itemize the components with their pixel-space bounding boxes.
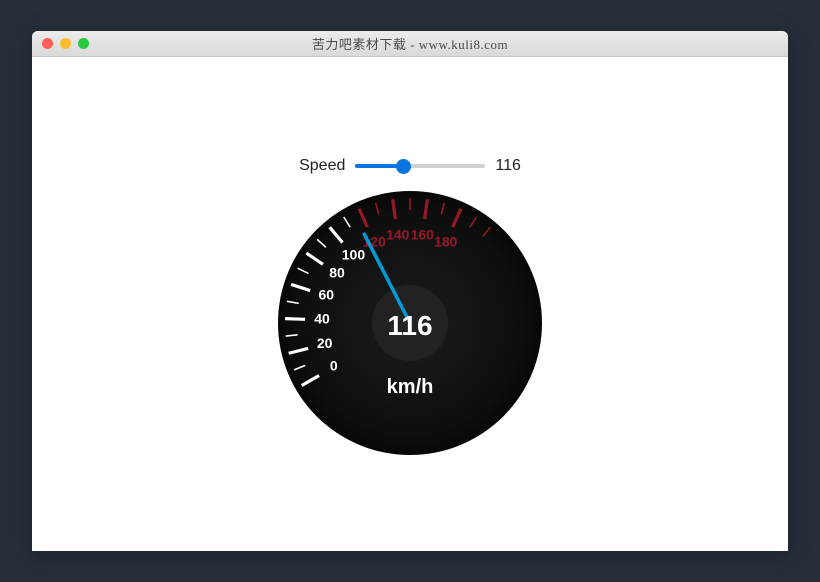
gauge-tick-label: 80 bbox=[329, 264, 345, 280]
app-window: 苦力吧素材下载 - www.kuli8.com Speed 116 0 20 40 6… bbox=[32, 31, 788, 551]
speed-label: Speed bbox=[299, 157, 345, 175]
maximize-icon[interactable] bbox=[78, 38, 89, 49]
gauge-tick-label: 0 bbox=[330, 358, 338, 374]
gauge-tick-label: 180 bbox=[434, 233, 458, 249]
minimize-icon[interactable] bbox=[60, 38, 71, 49]
titlebar: 苦力吧素材下载 - www.kuli8.com bbox=[32, 31, 788, 57]
gauge-tick-label: 140 bbox=[386, 227, 410, 243]
speedometer-gauge: 020406080100120140160180 116 km/h bbox=[270, 183, 550, 463]
gauge-unit-text: km/h bbox=[387, 376, 434, 398]
speed-value-readout: 116 bbox=[495, 157, 521, 175]
gauge-tick-label: 60 bbox=[319, 287, 335, 303]
gauge-svg: 020406080100120140160180 116 km/h bbox=[270, 183, 550, 463]
gauge-tick-label: 160 bbox=[411, 227, 435, 243]
gauge-tick-label: 20 bbox=[317, 335, 333, 351]
speed-slider[interactable] bbox=[355, 164, 485, 168]
window-title: 苦力吧素材下载 - www.kuli8.com bbox=[32, 34, 788, 53]
gauge-tick-label: 40 bbox=[314, 311, 330, 327]
traffic-lights bbox=[32, 38, 89, 49]
speed-control-row: Speed 116 bbox=[299, 157, 521, 175]
gauge-value-text: 116 bbox=[387, 310, 432, 341]
close-icon[interactable] bbox=[42, 38, 53, 49]
content-area: Speed 116 020406080100120140160180 116 bbox=[32, 57, 788, 463]
